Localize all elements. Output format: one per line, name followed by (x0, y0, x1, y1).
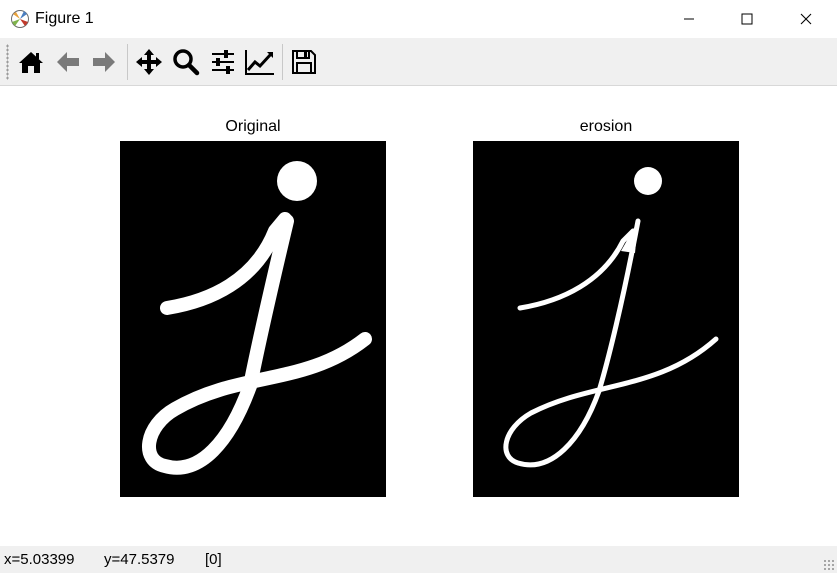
status-y-coordinate: y=47.5379 (104, 551, 175, 568)
image-erosion[interactable] (473, 141, 739, 497)
edit-axis-icon (245, 50, 274, 75)
edit-axis-button[interactable] (244, 46, 276, 78)
toolbar-separator (127, 44, 128, 80)
matplotlib-logo-icon (10, 9, 30, 29)
forward-button[interactable] (88, 46, 120, 78)
toolbar-grip[interactable] (6, 44, 9, 80)
zoom-magnifier-icon (173, 49, 200, 76)
title-bar[interactable]: Figure 1 (0, 0, 837, 38)
axes-title-original: Original (225, 118, 281, 135)
maximize-icon (741, 13, 753, 25)
forward-arrow-icon (93, 52, 115, 72)
axes-title-erosion: erosion (579, 118, 633, 135)
status-pixel-value: [0] (205, 551, 222, 568)
status-bar: x=5.03399 y=47.5379 [0] (0, 546, 837, 573)
close-icon (800, 13, 812, 25)
letter-j-erosion-image (503, 167, 719, 468)
resize-grip-icon[interactable] (823, 559, 835, 571)
save-button[interactable] (288, 46, 320, 78)
home-button[interactable] (15, 46, 47, 78)
save-disk-icon (292, 50, 316, 74)
maximize-button[interactable] (724, 0, 770, 38)
minimize-icon (684, 18, 694, 20)
zoom-button[interactable] (170, 46, 202, 78)
navigation-toolbar (0, 38, 837, 86)
figure-canvas[interactable]: Original erosion (0, 86, 837, 546)
status-x-coordinate: x=5.03399 (4, 551, 75, 568)
window-title: Figure 1 (35, 10, 94, 27)
pan-button[interactable] (133, 46, 165, 78)
letter-j-original-image (142, 161, 372, 475)
back-arrow-icon (57, 52, 79, 72)
back-button[interactable] (52, 46, 84, 78)
image-original[interactable] (120, 141, 386, 497)
home-icon (19, 52, 43, 73)
pan-move-icon (136, 49, 162, 75)
minimize-button[interactable] (666, 0, 712, 38)
toolbar-separator (282, 44, 283, 80)
close-button[interactable] (783, 0, 829, 38)
configure-subplots-icon (212, 50, 234, 74)
configure-subplots-button[interactable] (207, 46, 239, 78)
